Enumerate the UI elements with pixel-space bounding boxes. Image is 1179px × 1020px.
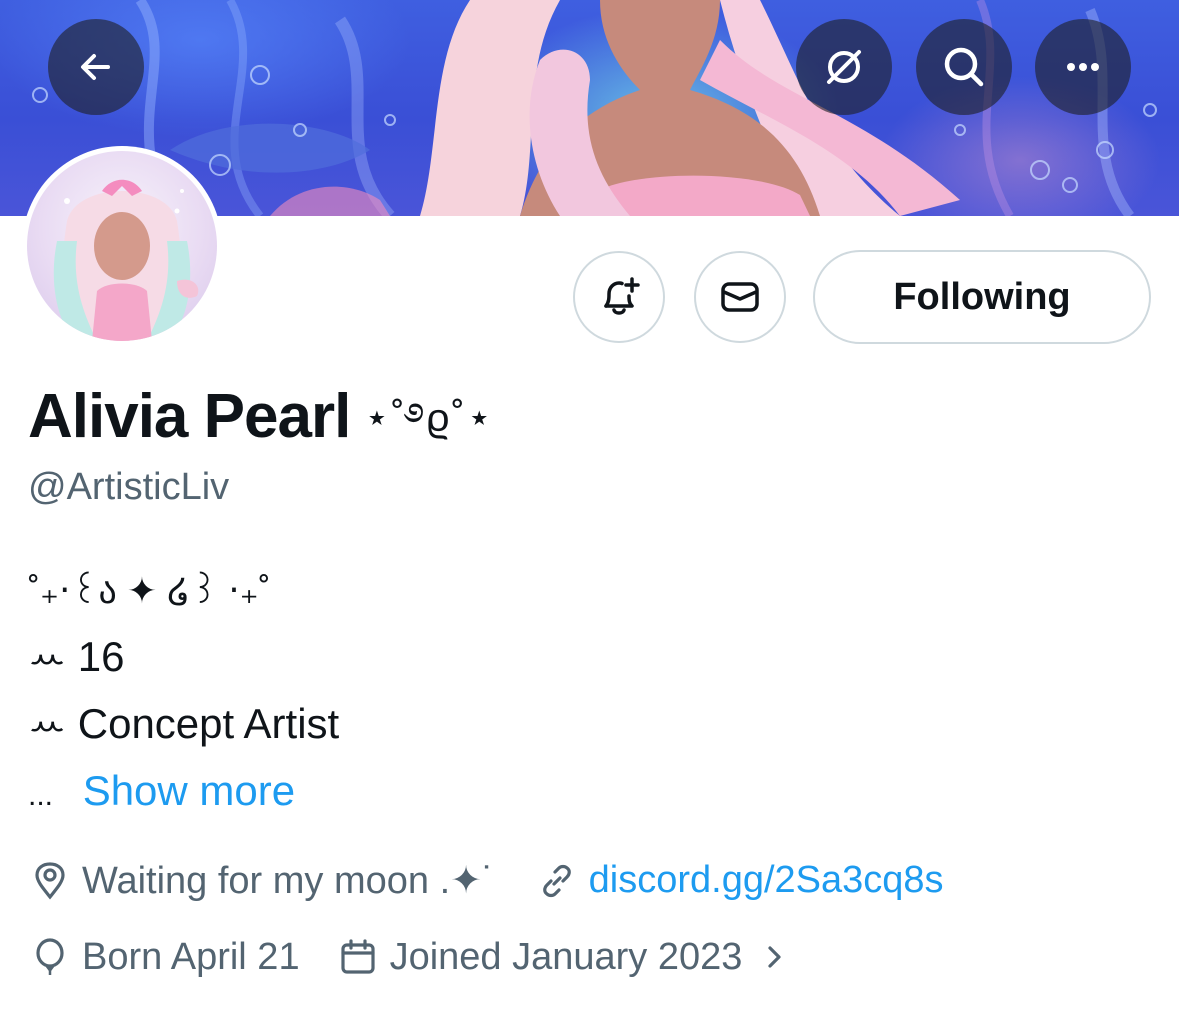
balloon-icon [28,935,72,979]
arrow-left-icon [81,54,110,80]
display-name-text: Alivia Pearl [28,382,351,451]
profile-meta-row-2: Born April 21 Joined January 2023 [28,935,806,979]
notifications-button[interactable] [573,251,665,343]
search-button[interactable] [916,19,1012,115]
message-button[interactable] [694,251,786,343]
bio-line-age: ꕀ 16 [28,633,125,680]
location-pin-icon [28,859,72,903]
link-icon [535,859,579,903]
search-icon [944,47,984,87]
location-text: Waiting for my moon .✦˙ [82,860,495,902]
show-more-link[interactable]: Show more [83,767,295,814]
chevron-right-icon[interactable] [752,935,796,979]
grok-button[interactable] [796,19,892,115]
back-button[interactable] [48,19,144,115]
bio-line-occupation: ꕀ Concept Artist [28,700,340,747]
bio-line-decoration: ˚₊‧꒰ა ✦ ໒꒱ ‧₊˚ [28,570,271,611]
birthday-text: Born April 21 [82,935,300,978]
display-name-decoration: ⋆˚࿔ϱ˚⋆ [364,396,494,440]
more-dots-icon [1067,63,1099,71]
bell-plus-icon [604,277,640,315]
following-button[interactable]: Following [813,250,1151,344]
website-link[interactable]: discord.gg/2Sa3cq8s [589,859,944,902]
bio-show-more-row: ... Show more [28,767,295,815]
bio-ellipsis: ... [28,779,54,812]
more-button[interactable] [1035,19,1131,115]
envelope-icon [721,282,759,312]
calendar-icon [336,935,380,979]
avatar[interactable] [22,146,222,346]
profile-meta-row: Waiting for my moon .✦˙ discord.gg/2Sa3c… [28,858,944,903]
avatar-image [27,151,217,341]
joined-text: Joined January 2023 [389,935,743,978]
user-handle: @ArtisticLiv [28,466,230,508]
grok-icon [827,50,861,84]
